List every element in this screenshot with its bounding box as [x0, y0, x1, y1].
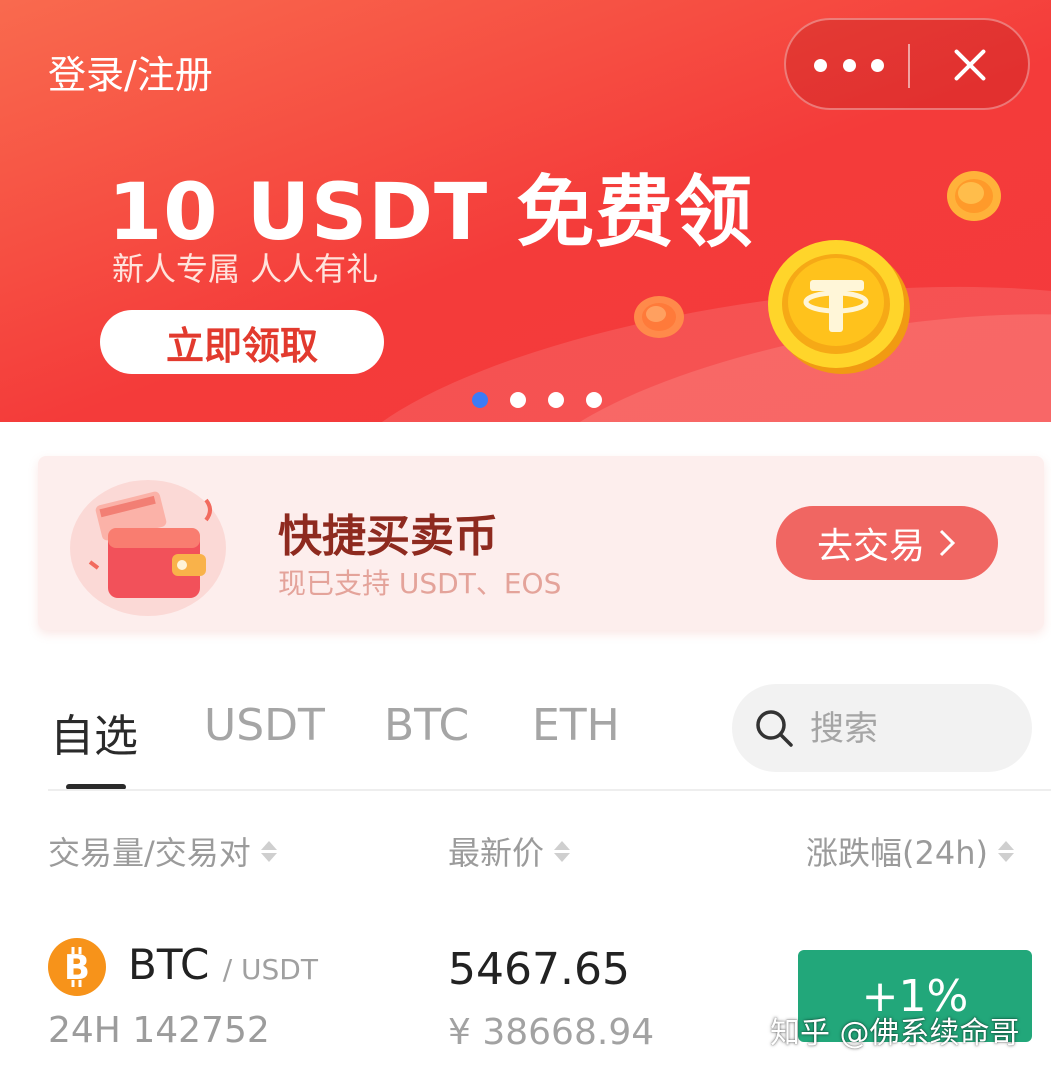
column-header-change: 涨跌幅(24h) [806, 834, 988, 872]
go-trade-button[interactable]: 去交易 [776, 506, 998, 580]
more-dots-icon[interactable] [814, 48, 884, 82]
tabs-divider [48, 789, 1051, 791]
column-header-pair: 交易量/交易对 [48, 834, 251, 872]
promo-banner[interactable]: 登录/注册 10 USDT 免费领 新人专属 人人有礼 立即领取 [0, 0, 1051, 422]
banner-subline: 新人专属 人人有礼 [112, 250, 379, 288]
tab-eth[interactable]: ETH [532, 700, 620, 751]
sort-icon [997, 840, 1014, 862]
small-coin-icon [947, 171, 1001, 221]
carousel-dot[interactable] [510, 392, 526, 408]
search-input[interactable] [808, 704, 1012, 754]
quick-trade-title: 快捷买卖币 [278, 511, 498, 562]
tab-favorites[interactable]: 自选 [50, 700, 138, 764]
search-box[interactable] [732, 684, 1032, 772]
sort-by-change[interactable]: 涨跌幅(24h) [806, 828, 1014, 874]
tab-usdt[interactable]: USDT [204, 700, 325, 751]
quick-trade-card[interactable]: 快捷买卖币 现已支持 USDT、EOS 去交易 [38, 456, 1044, 630]
last-price: 5467.65 [448, 944, 630, 995]
go-trade-label: 去交易 [816, 526, 925, 567]
quick-trade-subtitle: 现已支持 USDT、EOS [278, 567, 562, 600]
mini-program-capsule [784, 18, 1030, 110]
claim-now-button[interactable]: 立即领取 [100, 310, 384, 374]
carousel-dot[interactable] [548, 392, 564, 408]
trading-pair: BTC / USDT [128, 940, 318, 989]
sort-by-pair[interactable]: 交易量/交易对 [48, 828, 277, 874]
volume-24h: 24H 142752 [48, 1010, 270, 1051]
tab-btc[interactable]: BTC [384, 700, 469, 751]
search-icon [756, 710, 793, 747]
sort-icon [260, 840, 277, 862]
tether-coin-icon [768, 240, 910, 374]
column-header-price: 最新价 [448, 834, 545, 872]
watermark: 知乎 @佛系续命哥 [770, 1016, 1020, 1051]
svg-text:B: B [64, 948, 90, 988]
close-icon[interactable] [946, 42, 992, 88]
wallet-icon [70, 480, 226, 616]
login-register-link[interactable]: 登录/注册 [48, 44, 213, 99]
price-cny: ¥ 38668.94 [448, 1012, 655, 1053]
carousel-dot[interactable] [586, 392, 602, 408]
sort-icon [554, 840, 571, 862]
carousel-dot[interactable] [472, 392, 488, 408]
small-coin-icon [634, 296, 684, 338]
carousel-indicator [472, 392, 602, 408]
quote-symbol: / USDT [222, 953, 318, 986]
chevron-right-icon [939, 529, 956, 557]
sort-by-price[interactable]: 最新价 [448, 828, 571, 874]
bitcoin-icon: B [48, 938, 106, 996]
capsule-divider [908, 44, 910, 88]
base-symbol: BTC [128, 940, 210, 989]
